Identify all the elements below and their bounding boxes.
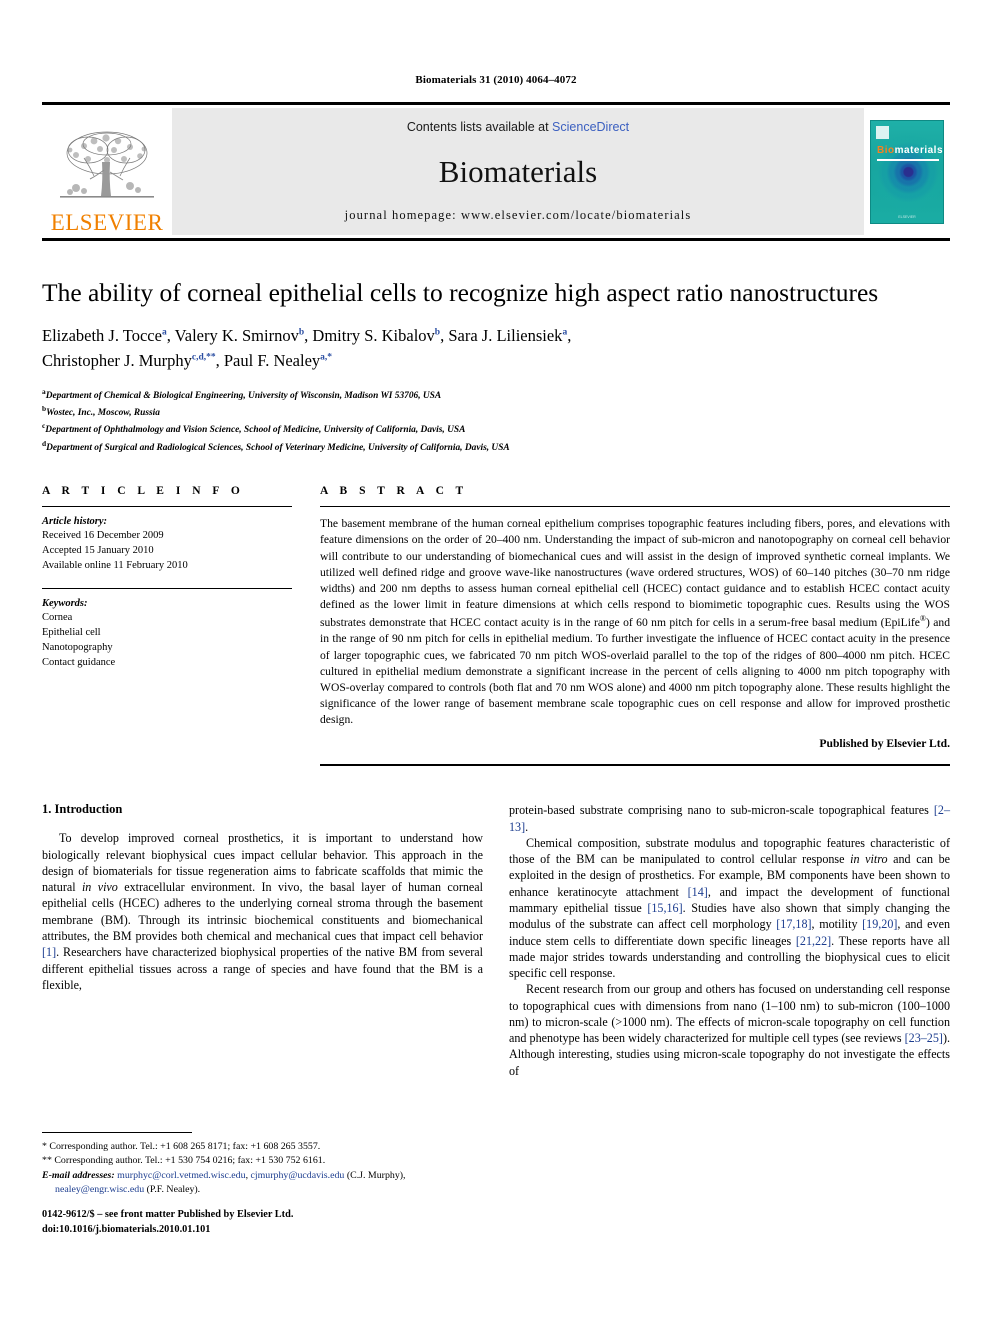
sciencedirect-link[interactable]: ScienceDirect <box>552 120 629 134</box>
article-history-item: Accepted 15 January 2010 <box>42 545 154 557</box>
paragraph: protein-based substrate comprising nano … <box>509 803 950 834</box>
affiliation-text: Department of Chemical & Biological Engi… <box>45 390 442 401</box>
journal-homepage-link[interactable]: journal homepage: www.elsevier.com/locat… <box>345 208 692 223</box>
elsevier-wordmark: ELSEVIER <box>50 210 164 235</box>
author-affiliation-mark: a,* <box>320 352 333 363</box>
journal-title: Biomaterials <box>438 153 598 189</box>
keyword-item: Cornea <box>42 612 73 624</box>
keyword-item: Nanotopography <box>42 641 113 653</box>
article-info-heading: A R T I C L E I N F O <box>42 485 245 498</box>
email-owner: (P.F. Nealey). <box>146 1183 201 1195</box>
affiliation-list: aDepartment of Chemical & Biological Eng… <box>42 386 950 456</box>
title-block: The ability of corneal epithelial cells … <box>42 277 950 455</box>
author-name: Paul F. Nealey <box>223 350 321 370</box>
issn-line: 0142-9612/$ – see front matter Published… <box>42 1209 294 1220</box>
affiliation-text: Department of Ophthalmology and Vision S… <box>45 425 466 436</box>
author-affiliation-mark: b <box>298 327 305 338</box>
author-affiliation-mark: c,d,** <box>191 352 216 363</box>
article-history-item: Received 16 December 2009 <box>42 530 164 542</box>
article-history-item: Available online 11 February 2010 <box>42 560 188 572</box>
author-name: Christopher J. Murphy <box>42 350 192 370</box>
cover-elsevier-mark-icon <box>876 125 889 139</box>
abstract-heading: A B S T R A C T <box>320 485 468 498</box>
contents-prefix: Contents lists available at <box>406 120 553 134</box>
footnote-corresponding-2: ** Corresponding author. Tel.: +1 530 75… <box>42 1155 326 1167</box>
divider <box>320 506 950 508</box>
affiliation-text: Department of Surgical and Radiological … <box>46 443 510 453</box>
cover-title-bio: Bio <box>877 144 895 156</box>
author-list: Elizabeth J. Toccea, Valery K. Smirnovb,… <box>42 326 572 370</box>
info-abstract-region: A R T I C L E I N F O Article history: R… <box>42 485 950 767</box>
journal-banner-center: Contents lists available at ScienceDirec… <box>172 108 864 235</box>
divider <box>42 588 292 590</box>
paragraph: To develop improved corneal prosthetics,… <box>42 831 483 992</box>
email-owner: (C.J. Murphy), <box>346 1169 406 1181</box>
affiliation-item: aDepartment of Chemical & Biological Eng… <box>42 386 950 403</box>
paragraph: Recent research from our group and other… <box>509 982 950 1078</box>
issn-doi-footer: 0142-9612/$ – see front matter Published… <box>42 1208 293 1238</box>
keyword-item: Epithelial cell <box>42 626 101 638</box>
divider <box>320 764 950 767</box>
author-affiliation-mark: b <box>434 327 441 338</box>
elsevier-tree-icon <box>60 131 154 198</box>
cover-underline <box>877 158 939 161</box>
affiliation-item: bWostec, Inc., Moscow, Russia <box>42 403 950 420</box>
contents-lists-line: Contents lists available at ScienceDirec… <box>407 120 629 134</box>
affiliation-item: dDepartment of Surgical and Radiological… <box>42 438 950 455</box>
keyword-item: Contact guidance <box>42 656 116 668</box>
author-name: Valery K. Smirnov <box>174 326 299 346</box>
abstract-text: The basement membrane of the human corne… <box>320 517 950 727</box>
running-head: Biomaterials 31 (2010) 4064–4072 <box>415 74 577 86</box>
email-addresses-label: E-mail addresses: <box>42 1169 115 1181</box>
keywords-label: Keywords: <box>42 598 88 610</box>
journal-cover-container: Biomaterials ELSEVIER <box>864 105 950 238</box>
journal-cover-thumbnail[interactable]: Biomaterials ELSEVIER <box>870 119 944 224</box>
keywords-group: Keywords: Cornea Epithelial cell Nanotop… <box>42 588 292 671</box>
footnotes-block: * Corresponding author. Tel.: +1 608 265… <box>42 1132 482 1197</box>
email-link[interactable]: cjmurphy@ucdavis.edu <box>251 1170 345 1181</box>
email-link[interactable]: nealey@engr.wisc.edu <box>55 1184 144 1195</box>
footnote-divider <box>42 1132 192 1133</box>
doi-line: doi:10.1016/j.biomaterials.2010.01.101 <box>42 1223 211 1235</box>
journal-banner: ELSEVIER Contents lists available at Sci… <box>42 102 950 241</box>
email-link[interactable]: murphyc@corl.vetmed.wisc.edu <box>117 1170 245 1181</box>
body-column-right: protein-based substrate comprising nano … <box>509 802 950 1079</box>
author-name: Sara J. Liliensiek <box>448 326 563 346</box>
body-column-left: 1. Introduction To develop improved corn… <box>42 802 483 1079</box>
author-affiliation-mark: a <box>562 327 568 338</box>
body-columns: 1. Introduction To develop improved corn… <box>42 802 950 1079</box>
paragraph: Chemical composition, substrate modulus … <box>509 835 951 981</box>
paper-title: The ability of corneal epithelial cells … <box>42 278 879 307</box>
article-history-label: Article history: <box>42 516 108 528</box>
paper-page: Biomaterials 31 (2010) 4064–4072 ELSEVIE… <box>0 0 992 1323</box>
footnote-emails: E-mail addresses: murphyc@corl.vetmed.wi… <box>42 1169 406 1195</box>
abstract-published-by: Published by Elsevier Ltd. <box>819 737 950 751</box>
abstract-column: A B S T R A C T The basement membrane of… <box>320 485 950 767</box>
author-name: Elizabeth J. Tocce <box>42 326 162 346</box>
footnote-corresponding-1: * Corresponding author. Tel.: +1 608 265… <box>42 1141 321 1152</box>
affiliation-item: cDepartment of Ophthalmology and Vision … <box>42 420 950 437</box>
section-title-introduction: 1. Introduction <box>42 802 123 817</box>
divider <box>42 506 292 508</box>
author-name: Dmitry S. Kibalov <box>312 326 435 346</box>
article-info-column: A R T I C L E I N F O Article history: R… <box>42 485 292 766</box>
cover-footer-text: ELSEVIER <box>898 214 916 219</box>
cover-title-materials: materials <box>894 144 944 156</box>
affiliation-text: Wostec, Inc., Moscow, Russia <box>46 408 160 419</box>
author-affiliation-mark: a <box>161 327 167 338</box>
cover-title: Biomaterials <box>877 145 943 156</box>
elsevier-logo: ELSEVIER <box>42 105 172 238</box>
